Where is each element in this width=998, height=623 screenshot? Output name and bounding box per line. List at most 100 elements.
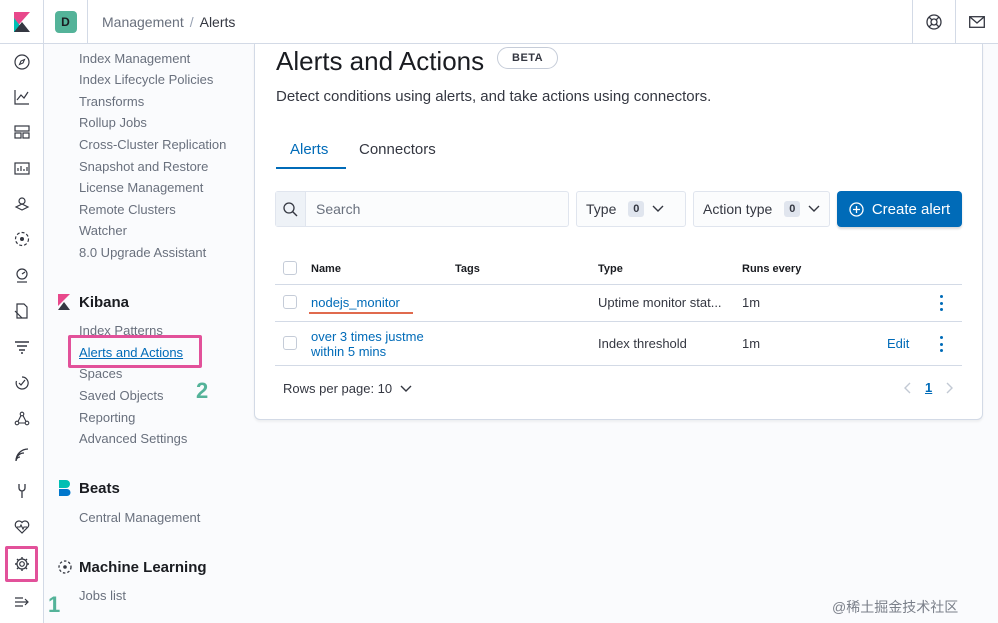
sidenav-beats-title: Beats <box>79 480 120 497</box>
sidenav-index-management[interactable]: Index Management <box>79 51 190 66</box>
top-header: D Management / Alerts <box>0 0 998 44</box>
sidenav-transforms[interactable]: Transforms <box>79 94 144 109</box>
active-tab-indicator <box>276 167 346 169</box>
alert-interval: 1m <box>742 295 761 310</box>
beats-section-icon <box>59 480 71 496</box>
graph-icon[interactable] <box>12 409 32 429</box>
search-input[interactable] <box>307 192 567 226</box>
type-filter-count: 0 <box>628 201 645 217</box>
search-icon <box>276 192 306 226</box>
sidenav-kibana-title: Kibana <box>79 294 130 311</box>
edit-alert-link[interactable]: Edit <box>887 336 909 351</box>
row-actions-icon[interactable] <box>939 336 943 352</box>
sidenav-upgrade-assistant[interactable]: 8.0 Upgrade Assistant <box>79 245 206 260</box>
action-type-filter-label: Action type <box>703 201 773 217</box>
sidenav-advanced-settings[interactable]: Advanced Settings <box>79 431 187 446</box>
alert-name-link[interactable]: nodejs_monitor <box>311 295 400 310</box>
chevron-right-icon[interactable] <box>946 382 954 394</box>
create-alert-label: Create alert <box>871 200 951 218</box>
mail-icon <box>969 16 985 28</box>
row-checkbox[interactable] <box>283 295 297 309</box>
uptime-icon[interactable] <box>12 373 32 393</box>
metrics-icon[interactable] <box>12 265 32 285</box>
sidenav-reporting[interactable]: Reporting <box>79 410 135 425</box>
tab-connectors[interactable]: Connectors <box>359 141 436 158</box>
sidenav-central-management[interactable]: Central Management <box>79 510 200 525</box>
sidenav-jobs-list[interactable]: Jobs list <box>79 588 126 603</box>
breadcrumb-management[interactable]: Management <box>102 14 184 30</box>
search-field <box>275 191 569 227</box>
tab-alerts[interactable]: Alerts <box>290 141 328 158</box>
column-header-name[interactable]: Name <box>311 263 341 275</box>
space-selector[interactable]: D <box>44 0 87 44</box>
chevron-down-icon <box>652 202 666 216</box>
kibana-logo[interactable] <box>0 0 44 44</box>
dashboard-icon[interactable] <box>12 122 32 142</box>
alert-interval: 1m <box>742 336 761 351</box>
sidenav-spaces[interactable]: Spaces <box>79 366 122 381</box>
row-checkbox[interactable] <box>283 336 297 350</box>
column-header-runs-every: Runs every <box>742 263 802 275</box>
page-description: Detect conditions using alerts, and take… <box>276 88 712 105</box>
sidenav-snapshot-and-restore[interactable]: Snapshot and Restore <box>79 159 208 174</box>
action-type-filter-button[interactable]: Action type 0 <box>693 191 830 227</box>
kibana-section-icon <box>58 294 70 310</box>
alerts-panel: Alerts and Actions BETA Detect condition… <box>254 44 983 420</box>
row-actions-icon[interactable] <box>939 295 943 311</box>
beta-badge: BETA <box>497 47 559 69</box>
collapse-nav-icon[interactable] <box>12 592 32 612</box>
alert-type: Index threshold <box>598 336 687 351</box>
sidenav-saved-objects[interactable]: Saved Objects <box>79 388 164 403</box>
sidenav-cross-cluster-replication[interactable]: Cross-Cluster Replication <box>79 137 226 152</box>
app-icon-nav <box>0 44 44 623</box>
plus-circle-icon <box>849 201 864 217</box>
rows-per-page-selector[interactable]: Rows per page: 10 <box>283 381 412 396</box>
sidenav-index-lifecycle-policies[interactable]: Index Lifecycle Policies <box>79 72 213 87</box>
apm-icon[interactable] <box>12 337 32 357</box>
rows-per-page-label: Rows per page: 10 <box>283 381 393 396</box>
type-filter-label: Type <box>586 201 617 217</box>
page-title: Alerts and Actions <box>276 46 485 76</box>
breadcrumb-separator: / <box>189 14 194 30</box>
page-number-1[interactable]: 1 <box>925 380 932 395</box>
help-lifebuoy-icon <box>926 14 942 30</box>
alert-type: Uptime monitor stat... <box>598 295 722 310</box>
siem-icon[interactable] <box>12 445 32 465</box>
annotation-number-1: 1 <box>48 592 61 617</box>
alert-name-link[interactable]: over 3 times justme <box>311 329 424 344</box>
space-avatar: D <box>54 11 77 33</box>
column-header-type[interactable]: Type <box>598 263 623 275</box>
sidenav-watcher[interactable]: Watcher <box>79 223 127 238</box>
help-button[interactable] <box>912 0 955 44</box>
chevron-left-icon[interactable] <box>903 382 911 394</box>
highlight-underline <box>309 312 413 314</box>
machine-learning-icon[interactable] <box>12 229 32 249</box>
select-all-checkbox[interactable] <box>283 261 297 275</box>
alert-name-link-line2[interactable]: within 5 mins <box>311 344 386 359</box>
column-header-tags: Tags <box>455 263 480 275</box>
sidenav-remote-clusters[interactable]: Remote Clusters <box>79 202 176 217</box>
sidenav-rollup-jobs[interactable]: Rollup Jobs <box>79 115 147 130</box>
pagination: 1 <box>903 380 954 395</box>
newsfeed-button[interactable] <box>955 0 998 44</box>
watermark: @稀土掘金技术社区 <box>832 599 959 615</box>
maps-icon[interactable] <box>12 193 32 213</box>
canvas-icon[interactable] <box>12 158 32 178</box>
kibana-logo-icon <box>13 12 30 32</box>
chevron-down-icon <box>400 385 412 392</box>
logs-icon[interactable] <box>12 301 32 321</box>
create-alert-button[interactable]: Create alert <box>837 191 962 227</box>
management-sidenav: Index Management Index Lifecycle Policie… <box>44 44 250 623</box>
stack-monitoring-icon[interactable] <box>12 517 32 537</box>
machine-learning-section-icon <box>58 560 72 574</box>
discover-icon[interactable] <box>12 52 32 72</box>
type-filter-button[interactable]: Type 0 <box>576 191 686 227</box>
annotation-number-2: 2 <box>196 378 209 403</box>
dev-tools-icon[interactable] <box>12 481 32 501</box>
sidenav-license-management[interactable]: License Management <box>79 180 203 195</box>
visualize-icon[interactable] <box>12 87 32 107</box>
sidenav-ml-title: Machine Learning <box>79 559 207 576</box>
breadcrumb: Management / Alerts <box>102 14 235 30</box>
highlight-alerts-and-actions <box>68 335 202 368</box>
highlight-management-icon <box>5 546 38 582</box>
